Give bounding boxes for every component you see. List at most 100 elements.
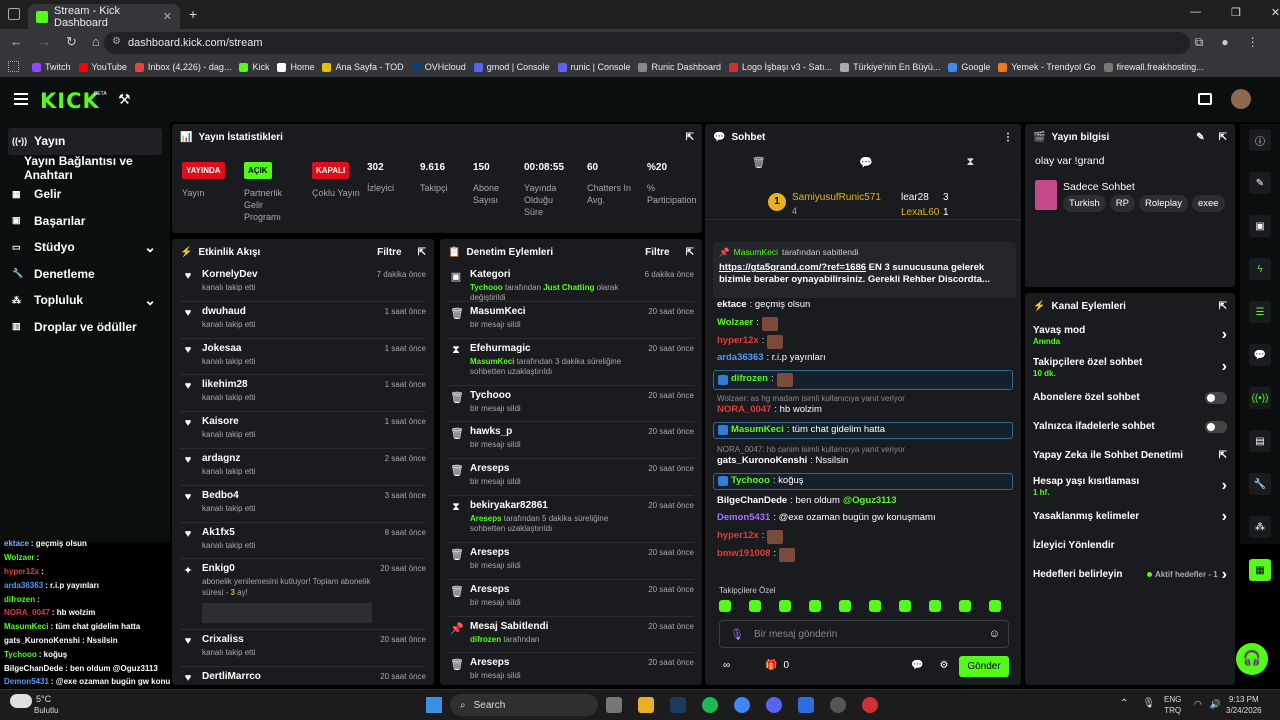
chat-username[interactable]: difrozen bbox=[731, 373, 768, 385]
stream-tag[interactable]: Roleplay bbox=[1139, 195, 1188, 212]
emoji-icon[interactable]: ☺ bbox=[989, 628, 1000, 640]
sidebar-item[interactable]: ⁂ Topluluk ⌄ bbox=[0, 287, 170, 314]
moderation-item[interactable]: 🗑 Areseps bir mesajı sildi 20 saat önce bbox=[440, 653, 702, 685]
moderation-item[interactable]: 📌 Mesaj Sabitlendi difrozen tarafından 20 s… bbox=[440, 617, 702, 653]
chevron-down-icon[interactable]: ⌄ bbox=[144, 239, 156, 256]
sidebar-item[interactable]: 🔧 Denetleme bbox=[0, 261, 170, 288]
sidebar-item[interactable]: ((•)) Yayın bbox=[8, 128, 162, 155]
moderation-item[interactable]: 🗑 hawks_p bir mesajı sildi 20 saat önce bbox=[440, 422, 702, 458]
opera-icon[interactable] bbox=[862, 697, 878, 713]
activity-filter-button[interactable]: Filtre bbox=[377, 247, 401, 258]
channel-action-item[interactable]: Yalnızca ifadelerle sohbet bbox=[1025, 412, 1235, 441]
activity-popout-icon[interactable]: ⇱ bbox=[418, 247, 426, 258]
activity-item[interactable]: ♥ Jokesaa kanalı takip etti 1 saat önce bbox=[172, 339, 434, 375]
wifi-icon[interactable]: ◠ bbox=[1194, 699, 1202, 710]
channel-action-item[interactable]: Yasaklanmış kelimeler › bbox=[1025, 502, 1235, 531]
chat-username[interactable]: Tychooo bbox=[731, 476, 770, 487]
pinned-link[interactable]: https://gta5grand.com/?ref=1686 bbox=[719, 262, 866, 273]
app-icon[interactable] bbox=[830, 697, 846, 713]
moderation-target[interactable]: Mesaj Sabitlendi bbox=[470, 621, 640, 632]
moderation-item[interactable]: ⧗ Efehurmagic MasumKeci tarafından 3 dakik… bbox=[440, 339, 702, 385]
tools-icon[interactable]: ⚒ bbox=[118, 91, 131, 108]
rail-camera-icon[interactable]: ▤ bbox=[1249, 430, 1271, 452]
reload-icon[interactable]: ↻ bbox=[66, 34, 77, 50]
chat-input[interactable]: 🎙 Bir mesaj gönderin ☺ bbox=[719, 620, 1009, 648]
toggle-switch[interactable] bbox=[1205, 420, 1227, 433]
chevron-right-icon[interactable]: › bbox=[1222, 566, 1227, 584]
bookmark-item[interactable]: Ana Sayfa - TOD bbox=[322, 62, 404, 72]
browser-menu-icon[interactable]: ⋮ bbox=[1247, 35, 1259, 50]
mic-icon[interactable]: 🎙 bbox=[730, 628, 744, 641]
theater-mode-icon[interactable] bbox=[1198, 93, 1212, 105]
follower-emote-icon[interactable] bbox=[719, 600, 731, 612]
category-name[interactable]: Sadece Sohbet bbox=[1063, 181, 1135, 193]
activity-username[interactable]: DertliMarrco bbox=[202, 671, 372, 682]
moderation-target[interactable]: Kategori bbox=[470, 269, 637, 280]
sidebar-item[interactable]: Yayın Bağlantısı ve Anahtarı bbox=[0, 154, 170, 182]
bookmark-item[interactable]: Twitch bbox=[32, 62, 71, 72]
chat-message[interactable]: MasumKeci: tüm chat gidelim hatta bbox=[713, 421, 1013, 439]
moderation-item[interactable]: ▣ Kategori Tychooo tarafından Just Chattin… bbox=[440, 265, 702, 302]
gdrive-icon[interactable] bbox=[798, 697, 814, 713]
user-avatar[interactable] bbox=[1231, 89, 1251, 109]
sidebar-item[interactable]: ▥ Droplar ve ödüller bbox=[0, 314, 170, 341]
rail-wrench-icon[interactable]: 🔧 bbox=[1249, 473, 1271, 495]
chat-settings-icon[interactable]: ⚙ bbox=[939, 660, 948, 671]
activity-username[interactable]: Crixaliss bbox=[202, 634, 372, 645]
rail-list-icon[interactable]: ☰ bbox=[1249, 301, 1271, 323]
bookmark-item[interactable]: firewall.freakhosting... bbox=[1103, 62, 1204, 72]
channel-action-item[interactable]: Hedefleri belirleyin Aktif hedefler - 1 › bbox=[1025, 560, 1235, 589]
minimize-icon[interactable]: — bbox=[1190, 6, 1201, 19]
channel-action-item[interactable]: Takipçilere özel sohbet 10 dk. › bbox=[1025, 351, 1235, 383]
chat-username[interactable]: hyper12x bbox=[717, 336, 759, 347]
volume-icon[interactable]: 🔊 bbox=[1210, 699, 1221, 710]
windows-start-icon[interactable] bbox=[426, 697, 442, 713]
browser-tab[interactable]: Stream - Kick Dashboard ✕ bbox=[28, 4, 180, 29]
moderation-target[interactable]: Areseps bbox=[470, 584, 640, 595]
channel-action-item[interactable]: Yavaş mod Anında › bbox=[1025, 319, 1235, 351]
chat-message[interactable]: ektace: geçmiş olsun bbox=[713, 300, 1013, 311]
bookmark-item[interactable]: Home bbox=[277, 62, 314, 72]
activity-username[interactable]: Bedbo4 bbox=[202, 490, 377, 501]
chevron-right-icon[interactable]: › bbox=[1222, 326, 1227, 344]
moderation-item[interactable]: 🗑 MasumKeci bir mesajı sildi 20 saat önce bbox=[440, 302, 702, 338]
tab-search-icon[interactable] bbox=[8, 8, 20, 20]
chat-message[interactable]: difrozen: bbox=[713, 369, 1013, 390]
chevron-right-icon[interactable]: › bbox=[1222, 508, 1227, 526]
chat-message[interactable]: hyper12x: bbox=[713, 529, 1013, 544]
follower-emote-icon[interactable] bbox=[809, 600, 821, 612]
moderator-name[interactable]: Tychooo bbox=[470, 283, 503, 292]
chat-users-icon[interactable]: 💬 bbox=[911, 660, 923, 671]
stream-tag[interactable]: RP bbox=[1109, 195, 1135, 212]
sidebar-item[interactable]: ▣ Başarılar bbox=[0, 208, 170, 235]
extensions-icon[interactable]: ⧉ bbox=[1195, 35, 1204, 50]
toggle-switch[interactable] bbox=[1205, 391, 1227, 404]
tray-chevron-icon[interactable]: ⌃ bbox=[1120, 698, 1128, 709]
chat-menu-icon[interactable]: ⋮ bbox=[1003, 132, 1013, 143]
rail-broadcast-icon[interactable]: ((•)) bbox=[1249, 387, 1271, 409]
chat-message[interactable]: bmw191008: bbox=[713, 547, 1013, 562]
lang-secondary[interactable]: TRQ bbox=[1164, 705, 1181, 716]
timeout-hourglass-icon[interactable]: ⧗ bbox=[967, 156, 975, 169]
chat-username[interactable]: arda36363 bbox=[717, 353, 763, 364]
bookmark-item[interactable]: Inbox (4,226) - dag... bbox=[134, 62, 231, 72]
chevron-right-icon[interactable]: › bbox=[1222, 477, 1227, 495]
bookmark-item[interactable]: gmod | Console bbox=[473, 62, 550, 72]
chrome-icon[interactable] bbox=[734, 697, 750, 713]
leader-second[interactable]: lear28 bbox=[901, 192, 929, 203]
chat-message[interactable]: Wolzaer: bbox=[713, 316, 1013, 331]
bookmark-item[interactable]: Google bbox=[948, 62, 990, 72]
rail-edit-icon[interactable]: ✎ bbox=[1249, 172, 1271, 194]
url-bar[interactable]: ⚙ dashboard.kick.com/stream bbox=[104, 32, 1190, 54]
activity-item[interactable]: ♥ dwuhaud kanalı takip etti 1 saat önce bbox=[172, 302, 434, 338]
activity-username[interactable]: Ak1fx5 bbox=[202, 527, 377, 538]
chat-username[interactable]: BilgeChanDede bbox=[717, 496, 787, 507]
hamburger-menu-icon[interactable] bbox=[14, 93, 28, 105]
chat-message[interactable]: NORA_0047: hb canim isimli kullanıcıya y… bbox=[713, 445, 1013, 467]
moderation-item[interactable]: 🗑 Areseps bir mesajı sildi 20 saat önce bbox=[440, 543, 702, 579]
weather-icon[interactable] bbox=[10, 694, 32, 708]
support-headset-icon[interactable]: 🎧 bbox=[1236, 643, 1268, 675]
follower-emote-icon[interactable] bbox=[989, 600, 1001, 612]
activity-username[interactable]: Kaisore bbox=[202, 416, 377, 427]
channel-action-item[interactable]: Abonelere özel sohbet bbox=[1025, 383, 1235, 412]
